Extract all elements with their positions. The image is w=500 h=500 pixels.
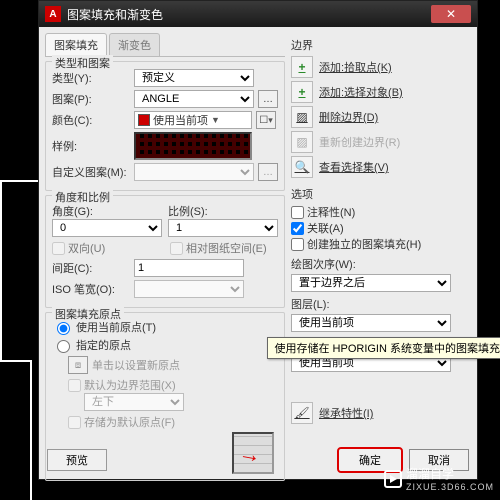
view-selection-icon[interactable]: 🔍: [291, 156, 313, 178]
pattern-label: 图案(P):: [52, 91, 130, 107]
type-select[interactable]: 预定义: [134, 69, 254, 87]
group-title: 角度和比例: [52, 189, 113, 205]
spacing-input[interactable]: [134, 259, 244, 277]
sample-label: 样例:: [52, 138, 130, 154]
recreate-boundary-icon: ▨: [291, 131, 313, 153]
color-label: 颜色(C):: [52, 112, 130, 128]
close-button[interactable]: ✕: [431, 5, 471, 23]
type-pattern-group: 类型和图案 类型(Y): 预定义 图案(P): ANGLE … 颜色(C): 使…: [45, 61, 285, 191]
add-select-icon[interactable]: +: [291, 81, 313, 103]
watermark: 溜溜自学 ZIXUE.3D66.COM: [384, 465, 494, 492]
preview-button[interactable]: 预览: [47, 449, 107, 471]
play-icon: [384, 470, 402, 488]
draw-order-select[interactable]: 置于边界之后: [291, 274, 451, 292]
add-pick-icon[interactable]: +: [291, 56, 313, 78]
iso-select: [134, 280, 244, 298]
default-extent-checkbox: 默认为边界范围(X): [68, 377, 278, 393]
recreate-boundary-link: 重新创建边界(R): [319, 134, 400, 150]
pick-origin-button: ⧈: [68, 356, 88, 374]
custom-select: [134, 163, 254, 181]
bg-color-button[interactable]: ☐▾: [256, 111, 276, 129]
angle-label: 角度(G):: [52, 203, 164, 219]
angle-select[interactable]: 0: [52, 219, 162, 237]
associative-checkbox[interactable]: 关联(A): [291, 220, 464, 236]
type-label: 类型(Y):: [52, 70, 130, 86]
spacing-label: 间距(C):: [52, 260, 130, 276]
iso-label: ISO 笔宽(O):: [52, 281, 130, 297]
relative-checkbox: 相对图纸空间(E): [170, 240, 267, 256]
pick-origin-label: 单击以设置新原点: [92, 357, 180, 373]
angle-scale-group: 角度和比例 角度(G): 0 比例(S): 1 双向(U) 相对图纸空间(E): [45, 195, 285, 308]
scale-label: 比例(S):: [168, 203, 278, 219]
scale-select[interactable]: 1: [168, 219, 278, 237]
layer-select[interactable]: 使用当前项: [291, 314, 451, 332]
tab-hatch[interactable]: 图案填充: [45, 33, 107, 56]
group-title: 图案填充原点: [52, 306, 124, 322]
origin-specified-radio[interactable]: 指定的原点: [52, 337, 278, 353]
tooltip: 使用存储在 HPORIGIN 系统变量中的图案填充: [267, 337, 500, 359]
watermark-url: ZIXUE.3D66.COM: [406, 482, 494, 492]
color-chip-icon: [138, 114, 150, 126]
custom-browse-button: …: [258, 163, 278, 181]
double-checkbox: 双向(U): [52, 240, 166, 256]
view-selection-link[interactable]: 查看选择集(V): [319, 159, 389, 175]
watermark-name: 溜溜自学: [406, 465, 494, 482]
pattern-select[interactable]: ANGLE: [134, 90, 254, 108]
layer-label: 图层(L):: [291, 296, 464, 312]
annotative-checkbox[interactable]: 注释性(N): [291, 204, 464, 220]
independent-checkbox[interactable]: 创建独立的图案填充(H): [291, 236, 464, 252]
add-pick-link[interactable]: 添加:拾取点(K): [319, 59, 392, 75]
pattern-browse-button[interactable]: …: [258, 90, 278, 108]
color-select[interactable]: 使用当前项 ▼: [134, 111, 252, 129]
custom-label: 自定义图案(M):: [52, 164, 130, 180]
group-title: 类型和图案: [52, 55, 113, 71]
store-origin-checkbox: 存储为默认原点(F): [68, 414, 278, 430]
tab-gradient[interactable]: 渐变色: [109, 33, 160, 56]
app-logo-icon: A: [45, 6, 61, 22]
remove-boundary-link[interactable]: 删除边界(D): [319, 109, 378, 125]
draw-order-label: 绘图次序(W):: [291, 256, 464, 272]
remove-boundary-icon[interactable]: ▨: [291, 106, 313, 128]
inherit-link[interactable]: 继承特性(I): [319, 405, 373, 421]
dialog-title: 图案填充和渐变色: [67, 6, 163, 23]
boundary-title: 边界: [291, 37, 464, 53]
add-select-link[interactable]: 添加:选择对象(B): [319, 84, 403, 100]
extent-select: 左下: [84, 393, 184, 411]
inherit-icon[interactable]: 🖌: [291, 402, 313, 424]
hatch-dialog: A 图案填充和渐变色 ✕ 图案填充 渐变色 类型和图案 类型(Y): 预定义 图…: [38, 0, 478, 480]
options-title: 选项: [291, 186, 464, 202]
titlebar: A 图案填充和渐变色 ✕: [39, 1, 477, 27]
color-value: 使用当前项: [153, 112, 208, 128]
pattern-swatch[interactable]: [134, 132, 252, 160]
tab-strip: 图案填充 渐变色: [45, 33, 285, 57]
